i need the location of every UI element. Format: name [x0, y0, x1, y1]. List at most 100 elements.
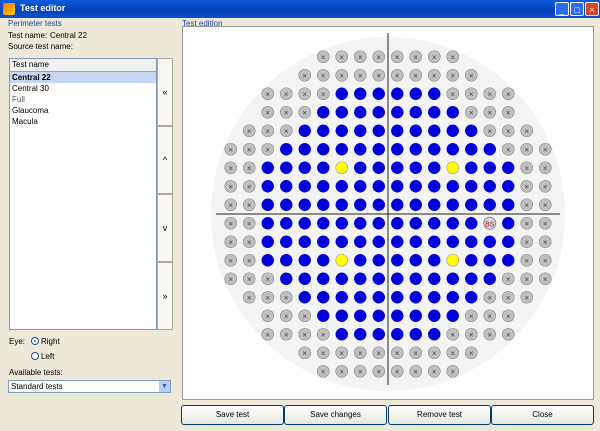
fixation-point[interactable]	[335, 253, 349, 267]
active-test-point[interactable]	[465, 198, 478, 211]
active-test-point[interactable]	[391, 198, 404, 211]
disabled-test-point[interactable]: ×	[501, 309, 515, 323]
disabled-test-point[interactable]: ×	[390, 364, 404, 378]
disabled-test-point[interactable]: ×	[298, 346, 312, 360]
active-test-point[interactable]	[298, 217, 311, 230]
active-test-point[interactable]	[428, 217, 441, 230]
disabled-test-point[interactable]: ×	[261, 87, 275, 101]
active-test-point[interactable]	[261, 180, 274, 193]
disabled-test-point[interactable]: ×	[261, 327, 275, 341]
active-test-point[interactable]	[465, 124, 478, 137]
active-test-point[interactable]	[428, 272, 441, 285]
active-test-point[interactable]	[372, 180, 385, 193]
active-test-point[interactable]	[391, 124, 404, 137]
active-test-point[interactable]	[465, 291, 478, 304]
disabled-test-point[interactable]: ×	[483, 105, 497, 119]
disabled-test-point[interactable]: ×	[464, 309, 478, 323]
disabled-test-point[interactable]: ×	[224, 142, 238, 156]
active-test-point[interactable]	[409, 291, 422, 304]
disabled-test-point[interactable]: ×	[279, 309, 293, 323]
active-test-point[interactable]	[335, 87, 348, 100]
active-test-point[interactable]	[317, 254, 330, 267]
active-test-point[interactable]	[465, 272, 478, 285]
active-test-point[interactable]	[465, 143, 478, 156]
active-test-point[interactable]	[354, 309, 367, 322]
active-test-point[interactable]	[428, 309, 441, 322]
active-test-point[interactable]	[335, 235, 348, 248]
active-test-point[interactable]	[409, 217, 422, 230]
disabled-test-point[interactable]: ×	[390, 50, 404, 64]
active-test-point[interactable]	[391, 217, 404, 230]
active-test-point[interactable]	[409, 87, 422, 100]
disabled-test-point[interactable]: ×	[390, 68, 404, 82]
active-test-point[interactable]	[354, 124, 367, 137]
active-test-point[interactable]	[409, 124, 422, 137]
disabled-test-point[interactable]: ×	[353, 346, 367, 360]
active-test-point[interactable]	[317, 180, 330, 193]
active-test-point[interactable]	[354, 217, 367, 230]
active-test-point[interactable]	[335, 180, 348, 193]
active-test-point[interactable]	[317, 161, 330, 174]
disabled-test-point[interactable]: ×	[520, 142, 534, 156]
disabled-test-point[interactable]: ×	[520, 253, 534, 267]
active-test-point[interactable]	[409, 254, 422, 267]
test-list[interactable]: Test name Central 22 Central 30 Full Gla…	[9, 58, 157, 330]
active-test-point[interactable]	[372, 106, 385, 119]
disabled-test-point[interactable]: ×	[224, 161, 238, 175]
disabled-test-point[interactable]: ×	[538, 216, 552, 230]
disabled-test-point[interactable]: ×	[427, 68, 441, 82]
disabled-test-point[interactable]: ×	[242, 216, 256, 230]
disabled-test-point[interactable]: ×	[372, 346, 386, 360]
disabled-test-point[interactable]: ×	[409, 50, 423, 64]
disabled-test-point[interactable]: ×	[261, 105, 275, 119]
active-test-point[interactable]	[428, 180, 441, 193]
disabled-test-point[interactable]: ×	[261, 309, 275, 323]
disabled-test-point[interactable]: ×	[464, 346, 478, 360]
disabled-test-point[interactable]: ×	[446, 87, 460, 101]
active-test-point[interactable]	[483, 161, 496, 174]
disabled-test-point[interactable]: ×	[427, 364, 441, 378]
active-test-point[interactable]	[280, 235, 293, 248]
list-item[interactable]: Full	[10, 94, 156, 105]
active-test-point[interactable]	[409, 106, 422, 119]
active-test-point[interactable]	[317, 235, 330, 248]
disabled-test-point[interactable]: ×	[372, 68, 386, 82]
disabled-test-point[interactable]: ×	[261, 272, 275, 286]
disabled-test-point[interactable]: ×	[261, 124, 275, 138]
active-test-point[interactable]	[502, 161, 515, 174]
active-test-point[interactable]	[465, 235, 478, 248]
active-test-point[interactable]	[428, 161, 441, 174]
disabled-test-point[interactable]: ×	[409, 346, 423, 360]
active-test-point[interactable]	[483, 180, 496, 193]
disabled-test-point[interactable]: ×	[501, 272, 515, 286]
disabled-test-point[interactable]: ×	[538, 235, 552, 249]
active-test-point[interactable]	[354, 291, 367, 304]
active-test-point[interactable]	[354, 106, 367, 119]
active-test-point[interactable]	[446, 272, 459, 285]
active-test-point[interactable]	[298, 161, 311, 174]
disabled-test-point[interactable]: ×	[224, 198, 238, 212]
disabled-test-point[interactable]: ×	[353, 364, 367, 378]
disabled-test-point[interactable]: ×	[242, 124, 256, 138]
active-test-point[interactable]	[409, 198, 422, 211]
disabled-test-point[interactable]: ×	[298, 309, 312, 323]
active-test-point[interactable]	[428, 198, 441, 211]
active-test-point[interactable]	[391, 291, 404, 304]
active-test-point[interactable]	[502, 254, 515, 267]
disabled-test-point[interactable]: ×	[224, 235, 238, 249]
disabled-test-point[interactable]: ×	[409, 364, 423, 378]
move-down-button[interactable]: v	[157, 194, 173, 262]
active-test-point[interactable]	[354, 254, 367, 267]
active-test-point[interactable]	[409, 235, 422, 248]
active-test-point[interactable]	[372, 217, 385, 230]
disabled-test-point[interactable]: ×	[316, 364, 330, 378]
disabled-test-point[interactable]: ×	[501, 105, 515, 119]
disabled-test-point[interactable]: ×	[501, 142, 515, 156]
eye-left-label[interactable]: Left	[41, 352, 54, 361]
disabled-test-point[interactable]: ×	[520, 161, 534, 175]
active-test-point[interactable]	[280, 217, 293, 230]
active-test-point[interactable]	[261, 254, 274, 267]
active-test-point[interactable]	[280, 272, 293, 285]
disabled-test-point[interactable]: ×	[520, 216, 534, 230]
active-test-point[interactable]	[446, 235, 459, 248]
